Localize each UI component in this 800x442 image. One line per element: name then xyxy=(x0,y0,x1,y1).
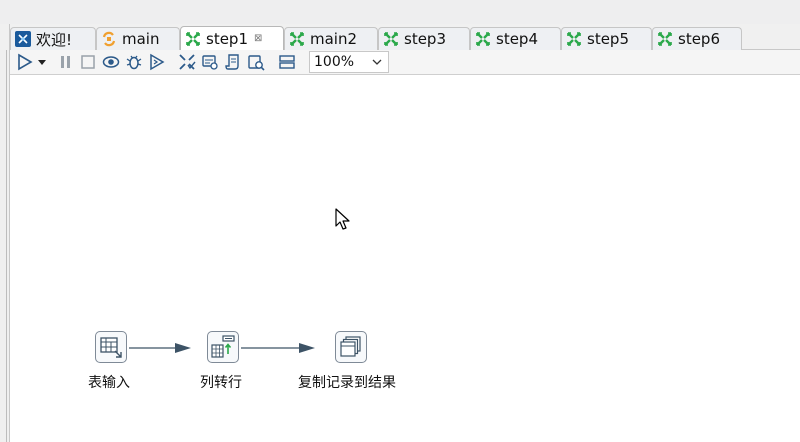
transformation-icon xyxy=(185,31,201,47)
window-top-strip xyxy=(0,0,800,24)
preview-icon[interactable] xyxy=(102,53,120,71)
welcome-icon xyxy=(15,31,31,47)
hop-arrow[interactable] xyxy=(129,343,191,353)
hop-arrow[interactable] xyxy=(241,343,315,353)
tab-step1[interactable]: step1 ⊠ xyxy=(180,26,284,50)
transformation-toolbar: 100% xyxy=(10,50,800,75)
tab-label: step6 xyxy=(678,30,720,48)
tab-bar: 欢迎! main step1 ⊠ main2 step3 step4 step5… xyxy=(10,24,800,50)
impact-icon[interactable] xyxy=(201,53,219,71)
step-copy-rows-to-result[interactable] xyxy=(335,331,367,363)
table-input-icon xyxy=(100,337,122,358)
row-denormaliser-icon xyxy=(211,335,235,358)
tab-label: 欢迎! xyxy=(36,30,73,49)
tab-main[interactable]: main xyxy=(96,27,180,50)
step-label: 列转行 xyxy=(200,375,242,391)
verify-icon[interactable] xyxy=(178,53,196,71)
run-dropdown-icon[interactable] xyxy=(36,53,48,71)
left-panel-edge xyxy=(0,24,10,442)
tab-step6[interactable]: step6 xyxy=(652,27,742,50)
sql-icon[interactable] xyxy=(224,53,242,71)
step-label: 复制记录到结果 xyxy=(298,375,396,391)
transformation-icon xyxy=(657,31,673,47)
tab-label: step5 xyxy=(587,30,629,48)
replay-icon[interactable] xyxy=(148,53,166,71)
left-panel-border xyxy=(6,50,7,442)
run-icon[interactable] xyxy=(16,53,34,71)
tab-main2[interactable]: main2 xyxy=(284,27,378,50)
explore-db-icon[interactable] xyxy=(247,53,265,71)
chevron-down-icon xyxy=(371,56,383,68)
transformation-icon xyxy=(566,31,582,47)
tab-welcome[interactable]: 欢迎! xyxy=(10,27,96,50)
show-results-icon[interactable] xyxy=(278,53,296,71)
tab-label: main xyxy=(122,30,160,48)
step-row-denormaliser[interactable] xyxy=(207,331,239,363)
transformation-canvas[interactable]: 表输入 列转行 复制记录到结果 xyxy=(11,75,800,442)
tab-label: step4 xyxy=(496,30,538,48)
tab-label: main2 xyxy=(310,30,358,48)
tab-step3[interactable]: step3 xyxy=(378,27,470,50)
tab-label: step1 xyxy=(206,29,248,48)
transformation-icon xyxy=(383,31,399,47)
tab-step4[interactable]: step4 xyxy=(470,27,561,50)
zoom-select[interactable]: 100% xyxy=(309,51,389,73)
zoom-value: 100% xyxy=(314,54,355,70)
copy-rows-to-result-icon xyxy=(340,336,361,357)
close-icon[interactable]: ⊠ xyxy=(254,33,262,44)
step-label: 表输入 xyxy=(88,375,130,391)
step-table-input[interactable] xyxy=(95,331,127,363)
transformation-icon xyxy=(289,31,305,47)
job-icon xyxy=(101,31,117,47)
tab-label: step3 xyxy=(404,30,446,48)
mouse-cursor-icon xyxy=(335,208,350,230)
stop-icon[interactable] xyxy=(79,53,97,71)
pause-icon[interactable] xyxy=(57,53,75,71)
debug-icon[interactable] xyxy=(125,53,143,71)
transformation-icon xyxy=(475,31,491,47)
tab-step5[interactable]: step5 xyxy=(561,27,652,50)
